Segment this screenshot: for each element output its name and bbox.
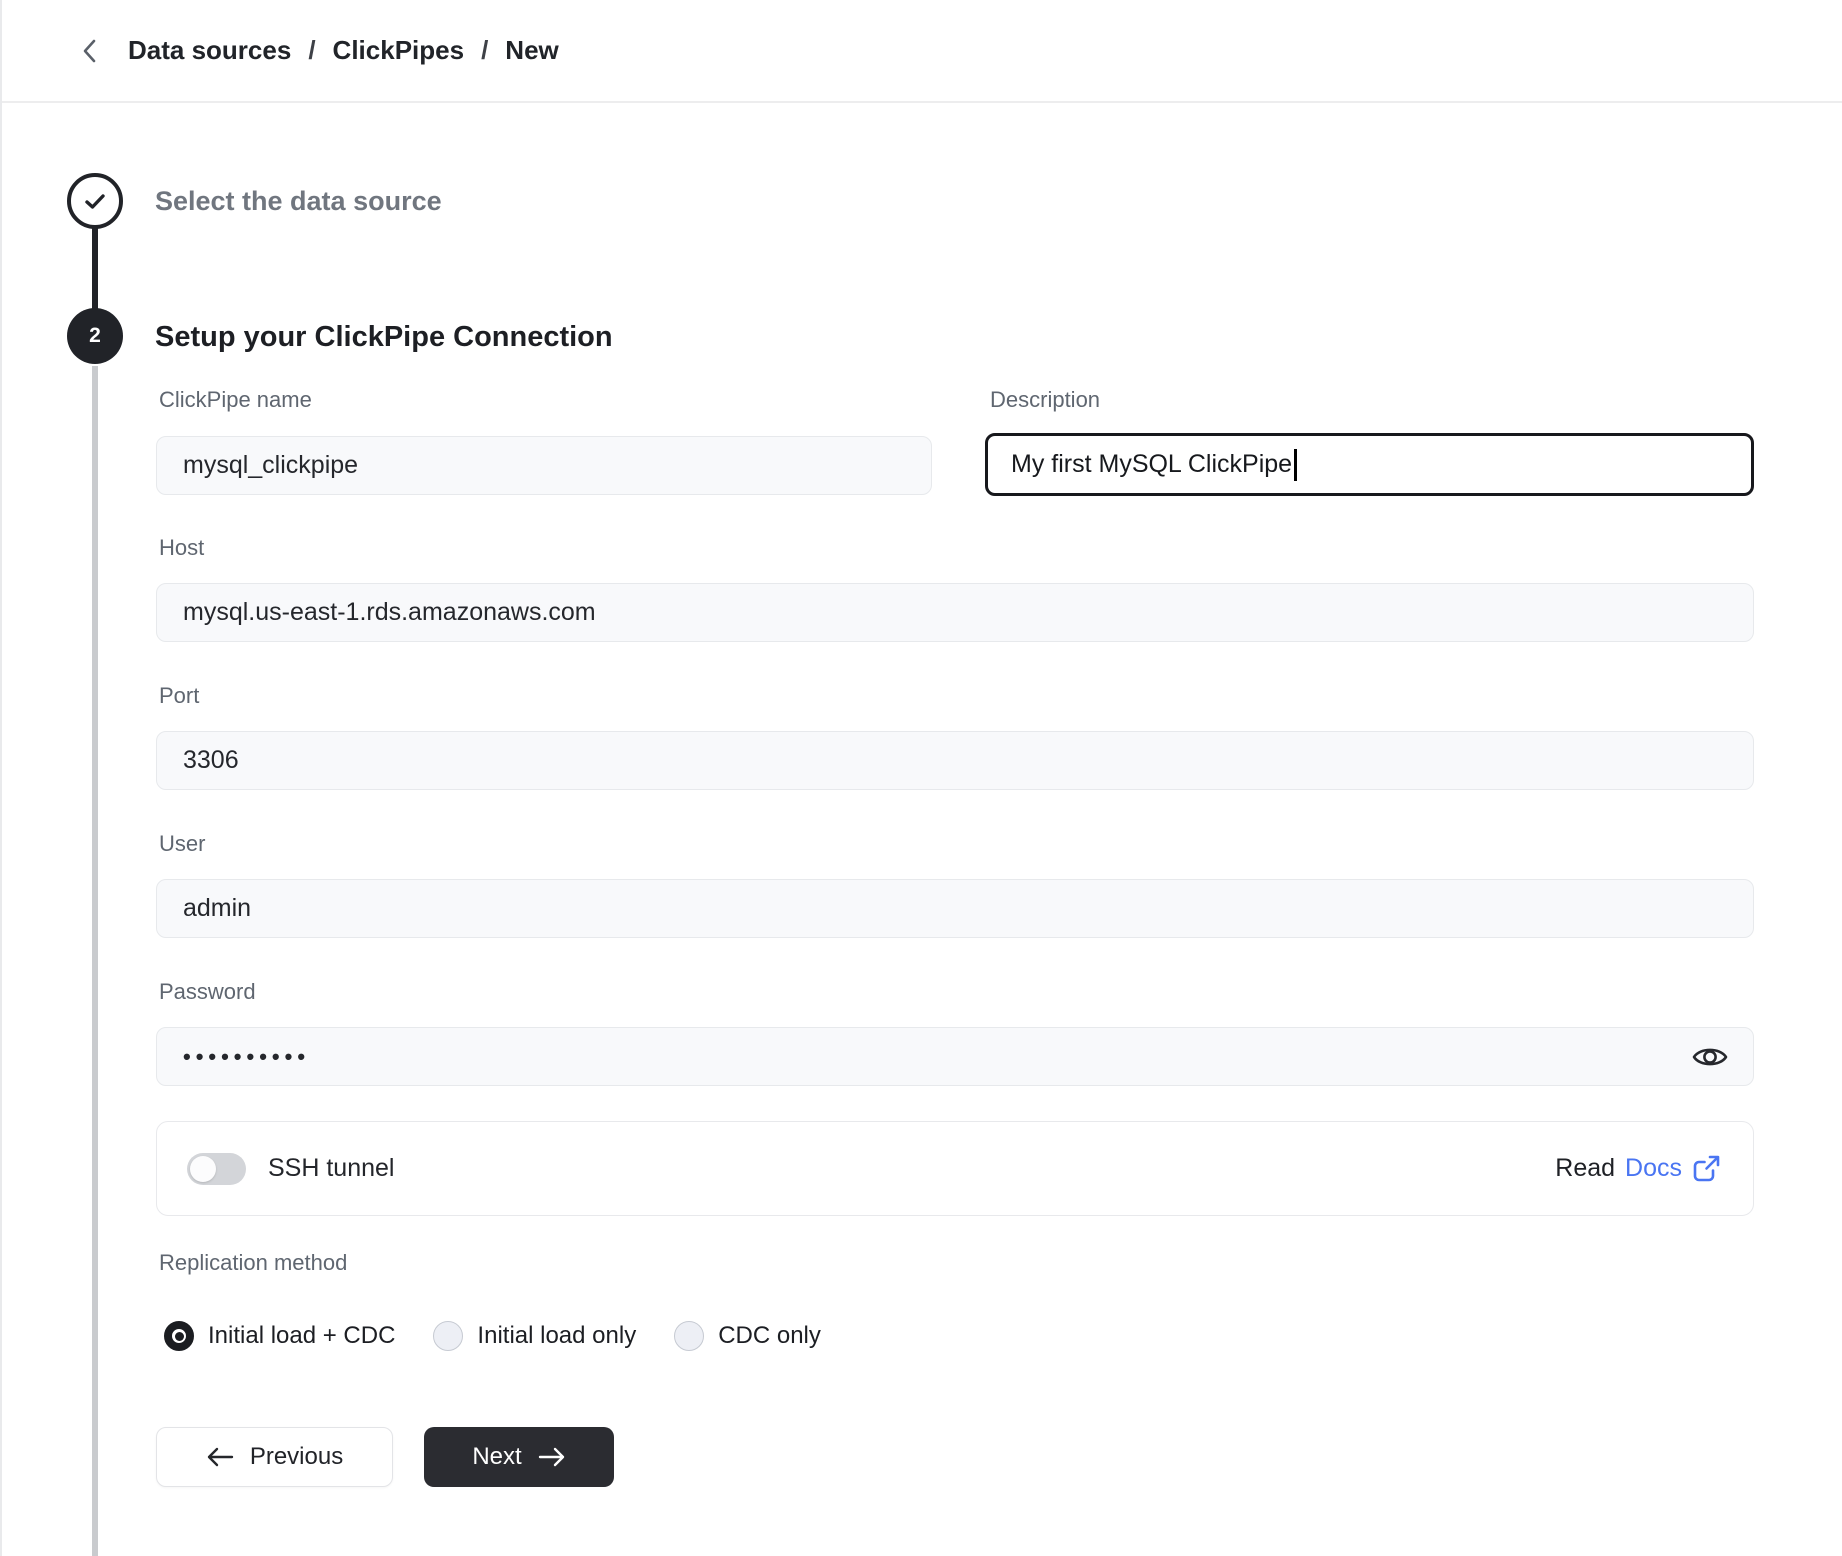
port-input[interactable]: [156, 731, 1754, 790]
ssh-tunnel-control: SSH tunnel: [187, 1153, 394, 1185]
step2-active-circle: 2: [67, 308, 123, 364]
ssh-docs: Read Docs: [1555, 1154, 1721, 1183]
next-button[interactable]: Next: [424, 1427, 614, 1487]
radio-option-label[interactable]: Initial load + CDC: [208, 1322, 395, 1350]
ssh-tunnel-label: SSH tunnel: [268, 1154, 394, 1183]
description-value: My first MySQL ClickPipe: [1011, 450, 1292, 479]
arrow-right-icon: [538, 1447, 566, 1467]
stepper-connector-gray: [92, 366, 98, 1556]
breadcrumb-header: Data sources / ClickPipes / New: [2, 0, 1842, 103]
docs-link[interactable]: Docs: [1625, 1154, 1721, 1183]
breadcrumb-separator: /: [481, 35, 488, 66]
breadcrumb-clickpipes[interactable]: ClickPipes: [333, 35, 465, 66]
step1-completed-circle[interactable]: [67, 173, 123, 229]
docs-link-text: Docs: [1625, 1154, 1682, 1183]
step2-title: Setup your ClickPipe Connection: [155, 321, 613, 354]
show-password-button[interactable]: [1690, 1038, 1730, 1076]
breadcrumb-new[interactable]: New: [505, 35, 558, 66]
chevron-left-icon: [82, 38, 97, 64]
ssh-tunnel-toggle[interactable]: [187, 1153, 246, 1185]
radio-option-label[interactable]: Initial load only: [477, 1322, 636, 1350]
password-label: Password: [159, 979, 256, 1005]
user-label: User: [159, 831, 205, 857]
arrow-left-icon: [206, 1447, 234, 1467]
step2-number: 2: [89, 324, 101, 348]
clickpipe-setup-page: Data sources / ClickPipes / New 2 Select…: [0, 0, 1842, 1556]
breadcrumb-data-sources[interactable]: Data sources: [128, 35, 291, 66]
breadcrumb: Data sources / ClickPipes / New: [128, 35, 559, 66]
password-input[interactable]: [156, 1027, 1754, 1086]
port-label: Port: [159, 683, 199, 709]
description-input[interactable]: My first MySQL ClickPipe: [985, 433, 1754, 496]
user-input[interactable]: [156, 879, 1754, 938]
host-input[interactable]: [156, 583, 1754, 642]
radio-unselected-icon[interactable]: [433, 1321, 463, 1351]
description-label: Description: [990, 387, 1100, 413]
step1-title[interactable]: Select the data source: [155, 186, 442, 217]
replication-method-label: Replication method: [159, 1250, 347, 1276]
clickpipe-name-label: ClickPipe name: [159, 387, 312, 413]
toggle-knob: [190, 1156, 216, 1182]
previous-button-label: Previous: [250, 1443, 343, 1471]
next-button-label: Next: [472, 1443, 521, 1471]
back-button[interactable]: [72, 34, 106, 68]
replication-options: Initial load + CDC Initial load only CDC…: [164, 1321, 821, 1351]
clickpipe-name-input[interactable]: [156, 436, 932, 495]
eye-icon: [1691, 1043, 1729, 1071]
radio-selected-icon[interactable]: [164, 1321, 194, 1351]
text-cursor: [1294, 449, 1297, 481]
previous-button[interactable]: Previous: [156, 1427, 393, 1487]
check-icon: [84, 193, 106, 210]
radio-option-initial-load-cdc[interactable]: Initial load + CDC: [164, 1321, 395, 1351]
radio-option-initial-load-only[interactable]: Initial load only: [433, 1321, 636, 1351]
external-link-icon: [1692, 1154, 1721, 1183]
read-text: Read: [1555, 1154, 1615, 1183]
host-label: Host: [159, 535, 204, 561]
breadcrumb-separator: /: [308, 35, 315, 66]
ssh-tunnel-panel: SSH tunnel Read Docs: [156, 1121, 1754, 1216]
radio-option-label[interactable]: CDC only: [718, 1322, 821, 1350]
stepper-connector-dark: [92, 226, 98, 311]
radio-unselected-icon[interactable]: [674, 1321, 704, 1351]
radio-option-cdc-only[interactable]: CDC only: [674, 1321, 821, 1351]
